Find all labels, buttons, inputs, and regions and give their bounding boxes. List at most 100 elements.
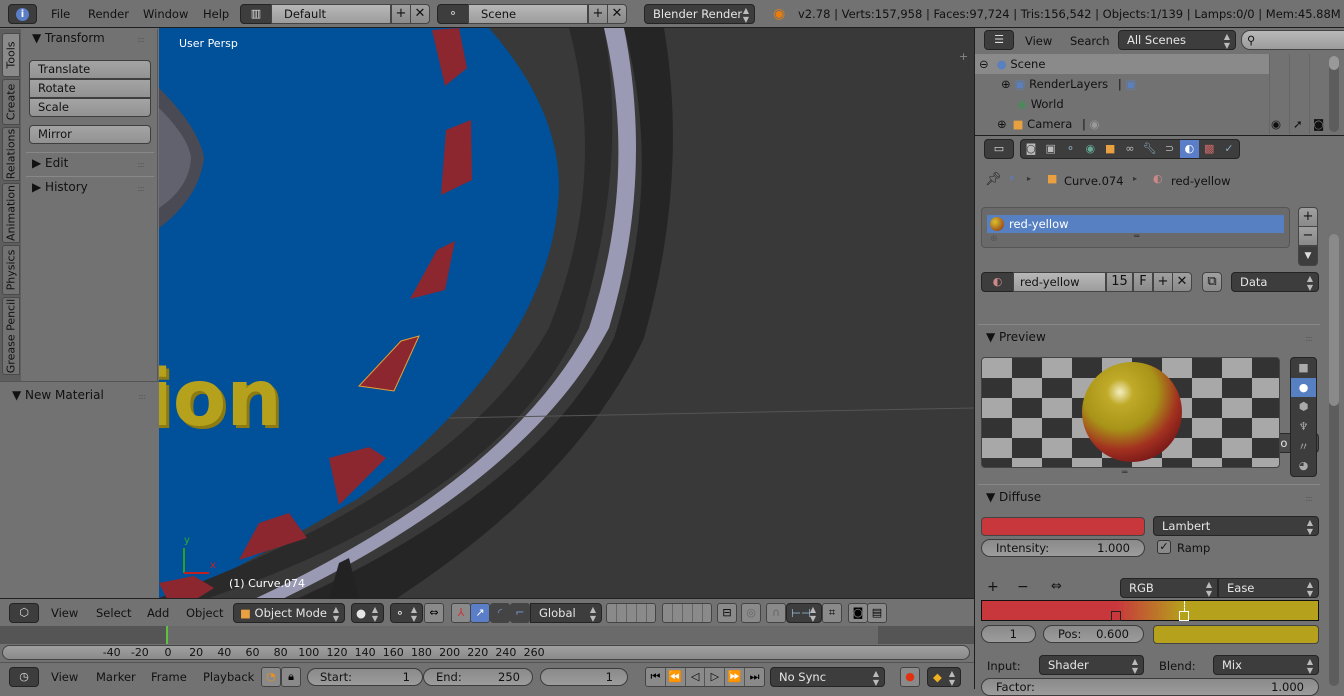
editor-type-info-button[interactable]: i	[8, 4, 37, 24]
resize-grip-icon[interactable]: ═	[1134, 232, 1139, 242]
screen-layout-icon[interactable]: ▥	[240, 4, 272, 24]
play-icon[interactable]: ▷	[705, 668, 726, 686]
menu-search[interactable]: Search	[1070, 34, 1110, 48]
drag-grip-icon[interactable]: ::::	[137, 184, 145, 193]
menu-view[interactable]: View	[51, 670, 78, 684]
active-stop-index-field[interactable]: 1	[981, 625, 1036, 643]
hair-preview-icon[interactable]: 〃	[1291, 437, 1316, 457]
unlink-material-button[interactable]: ✕	[1172, 272, 1192, 292]
menu-add[interactable]: Add	[147, 606, 169, 620]
scene-field[interactable]: Scene	[468, 4, 588, 24]
position-field[interactable]: Pos: 0.600	[1043, 625, 1144, 643]
transform-panel-header[interactable]: ▼ Transform	[32, 31, 105, 45]
menu-marker[interactable]: Marker	[96, 670, 136, 684]
selectable-cursor-icon[interactable]: ➚	[1293, 114, 1303, 134]
jump-end-icon[interactable]: ⏭	[745, 668, 764, 686]
properties-scrollbar[interactable]	[1329, 234, 1339, 686]
remove-material-slot-button[interactable]: −	[1298, 226, 1318, 246]
mode-dropdown[interactable]: ■ Object Mode ▲ ▼	[233, 603, 345, 623]
diffuse-color-swatch[interactable]	[981, 517, 1145, 536]
flat-preview-icon[interactable]: ■	[1291, 358, 1316, 378]
jump-start-icon[interactable]: ⏮	[646, 668, 666, 686]
physics-tab-icon[interactable]: ✓	[1219, 140, 1239, 158]
scene-tab-icon[interactable]: ⚬	[1061, 140, 1081, 158]
snap-magnet-icon[interactable]: ∩	[766, 603, 786, 623]
material-slot-item[interactable]: red-yellow	[987, 215, 1284, 233]
editor-type-timeline-button[interactable]: ◷	[9, 667, 39, 687]
data-tab-icon[interactable]: ⊃	[1160, 140, 1180, 158]
menu-view[interactable]: View	[51, 606, 78, 620]
diffuse-shader-dropdown[interactable]: Lambert ▲ ▼	[1153, 516, 1319, 536]
3d-viewport[interactable]: ion ion User Persp y x (1) Curve.074 +	[159, 28, 974, 598]
modifiers-tab-icon[interactable]: 🔧︎	[1140, 140, 1160, 158]
lock-range-icon[interactable]: 🔒︎	[281, 667, 301, 687]
factor-field[interactable]: Factor: 1.000	[981, 678, 1319, 696]
link-dropdown[interactable]: Data ▲ ▼	[1231, 272, 1319, 292]
manipulator-center-icon[interactable]: ⇔	[424, 603, 444, 623]
flip-ramp-icon[interactable]: ⇔	[1051, 579, 1062, 594]
remove-layout-button[interactable]: ✕	[410, 4, 430, 24]
tab-grease-pencil[interactable]: Grease Pencil	[2, 297, 20, 375]
ramp-interpolation-dropdown[interactable]: Ease ▲ ▼	[1218, 578, 1319, 598]
render-animation-icon[interactable]: ▤	[867, 603, 887, 623]
slot-specials-button[interactable]: ▼	[1298, 246, 1318, 266]
menu-playback[interactable]: Playback	[203, 670, 254, 684]
proportional-edit-icon[interactable]: ◎	[741, 603, 761, 623]
add-material-slot-button[interactable]: +	[1298, 207, 1318, 227]
sphere-preview-icon[interactable]: ●	[1291, 377, 1316, 398]
plus-icon[interactable]: +	[959, 50, 968, 63]
visibility-eye-icon[interactable]: ◉	[1271, 114, 1281, 134]
current-frame-indicator[interactable]	[166, 626, 168, 644]
editor-type-properties-button[interactable]: ▭	[984, 139, 1014, 159]
tab-physics[interactable]: Physics	[2, 245, 20, 295]
timeline-strip[interactable]	[0, 626, 974, 644]
menu-object[interactable]: Object	[186, 606, 223, 620]
resize-grip-icon[interactable]: ═	[1122, 468, 1127, 478]
add-scene-button[interactable]: +	[588, 4, 608, 24]
tab-relations[interactable]: Relations	[2, 127, 20, 181]
material-tab-icon[interactable]: ◐	[1179, 140, 1200, 158]
ramp-stop-1[interactable]	[1111, 611, 1122, 621]
add-layout-button[interactable]: +	[391, 4, 411, 24]
menu-help[interactable]: Help	[203, 7, 229, 21]
constraints-tab-icon[interactable]: ∞	[1120, 140, 1140, 158]
render-layers-tab-icon[interactable]: ▣	[1041, 140, 1061, 158]
pivot-dropdown[interactable]: ⚬ ▲ ▼	[390, 603, 423, 623]
expand-icon[interactable]: ⊕	[1001, 77, 1011, 91]
menu-file[interactable]: File	[51, 7, 70, 21]
monkey-preview-icon[interactable]: ♆	[1291, 417, 1316, 437]
jump-keyframe-back-icon[interactable]: ⏪	[666, 668, 686, 686]
cube-preview-icon[interactable]: ⬢	[1291, 397, 1316, 417]
texture-tab-icon[interactable]: ▩	[1199, 140, 1219, 158]
editor-type-3d-button[interactable]: ⬡	[9, 603, 39, 623]
menu-select[interactable]: Select	[96, 606, 131, 620]
remove-scene-button[interactable]: ✕	[607, 4, 627, 24]
new-material-header[interactable]: ▼ New Material	[12, 388, 104, 402]
drag-grip-icon[interactable]: ::::	[137, 35, 145, 44]
jump-keyframe-forward-icon[interactable]: ⏩	[725, 668, 746, 686]
ramp-stop-2-active[interactable]	[1178, 611, 1189, 621]
snap-element-dropdown[interactable]: ⊢⊣ ▲ ▼	[786, 603, 822, 623]
edit-panel-header[interactable]: ▶ Edit	[32, 156, 68, 170]
users-count-button[interactable]: 15	[1106, 272, 1133, 292]
scale-manipulator-icon[interactable]: ⌐	[510, 603, 530, 623]
tab-create[interactable]: Create	[2, 79, 20, 125]
render-still-icon[interactable]: ◙	[848, 603, 868, 623]
translate-button[interactable]: Translate	[29, 60, 151, 79]
ramp-blend-dropdown[interactable]: Mix ▲ ▼	[1213, 655, 1319, 675]
play-reverse-icon[interactable]: ◁	[686, 668, 706, 686]
rotate-button[interactable]: Rotate	[29, 79, 151, 98]
menu-frame[interactable]: Frame	[151, 670, 187, 684]
menu-render[interactable]: Render	[88, 7, 129, 21]
record-icon[interactable]: ●	[900, 667, 920, 687]
sphere-sky-preview-icon[interactable]: ◕	[1291, 456, 1316, 476]
keying-dropdown[interactable]: ◆ ▲ ▼	[927, 667, 961, 687]
browse-material-button[interactable]: ◐	[981, 272, 1014, 292]
pin-icon[interactable]: 📌︎	[985, 172, 1002, 187]
object-tab-icon[interactable]: ■	[1100, 140, 1120, 158]
timeline[interactable]: -40 -20 0 20 40 60 80 100 120 140 160 180 200 220 240 2…	[0, 626, 974, 662]
remove-ramp-stop-icon[interactable]: −	[1017, 579, 1029, 595]
layout-field[interactable]: Default	[271, 4, 391, 24]
new-material-button[interactable]: +	[1153, 272, 1173, 292]
drag-grip-icon[interactable]: ::::	[1305, 494, 1313, 503]
